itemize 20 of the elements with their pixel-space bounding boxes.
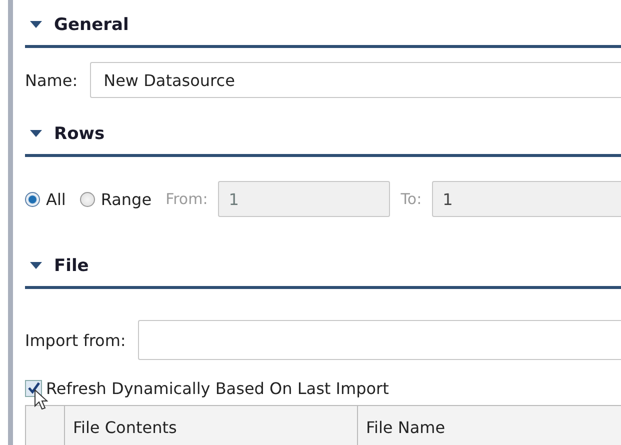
field-label: Import from:	[25, 330, 126, 350]
field-label: From:	[166, 190, 208, 208]
expand-icon[interactable]	[30, 21, 42, 29]
radio-button[interactable]	[25, 192, 40, 206]
radio-label: Range	[100, 190, 152, 208]
column-header[interactable]: File Name	[358, 406, 621, 445]
expand-icon[interactable]	[30, 262, 42, 270]
field-label: To:	[400, 190, 422, 208]
expand-icon[interactable]	[30, 130, 42, 138]
section-title: File	[54, 256, 89, 276]
section-title: Rows	[54, 124, 105, 144]
checkbox[interactable]	[25, 380, 42, 396]
import-field[interactable]	[138, 320, 621, 360]
radio-label: All	[46, 190, 66, 208]
field-label: Name:	[25, 70, 78, 90]
radio-button[interactable]	[80, 192, 95, 206]
column-header[interactable]: File Contents	[65, 406, 358, 445]
section-title: General	[54, 15, 129, 35]
name-field[interactable]: New Datasource	[90, 62, 621, 98]
checkbox-label: Refresh Dynamically Based On Last Import	[46, 378, 389, 398]
